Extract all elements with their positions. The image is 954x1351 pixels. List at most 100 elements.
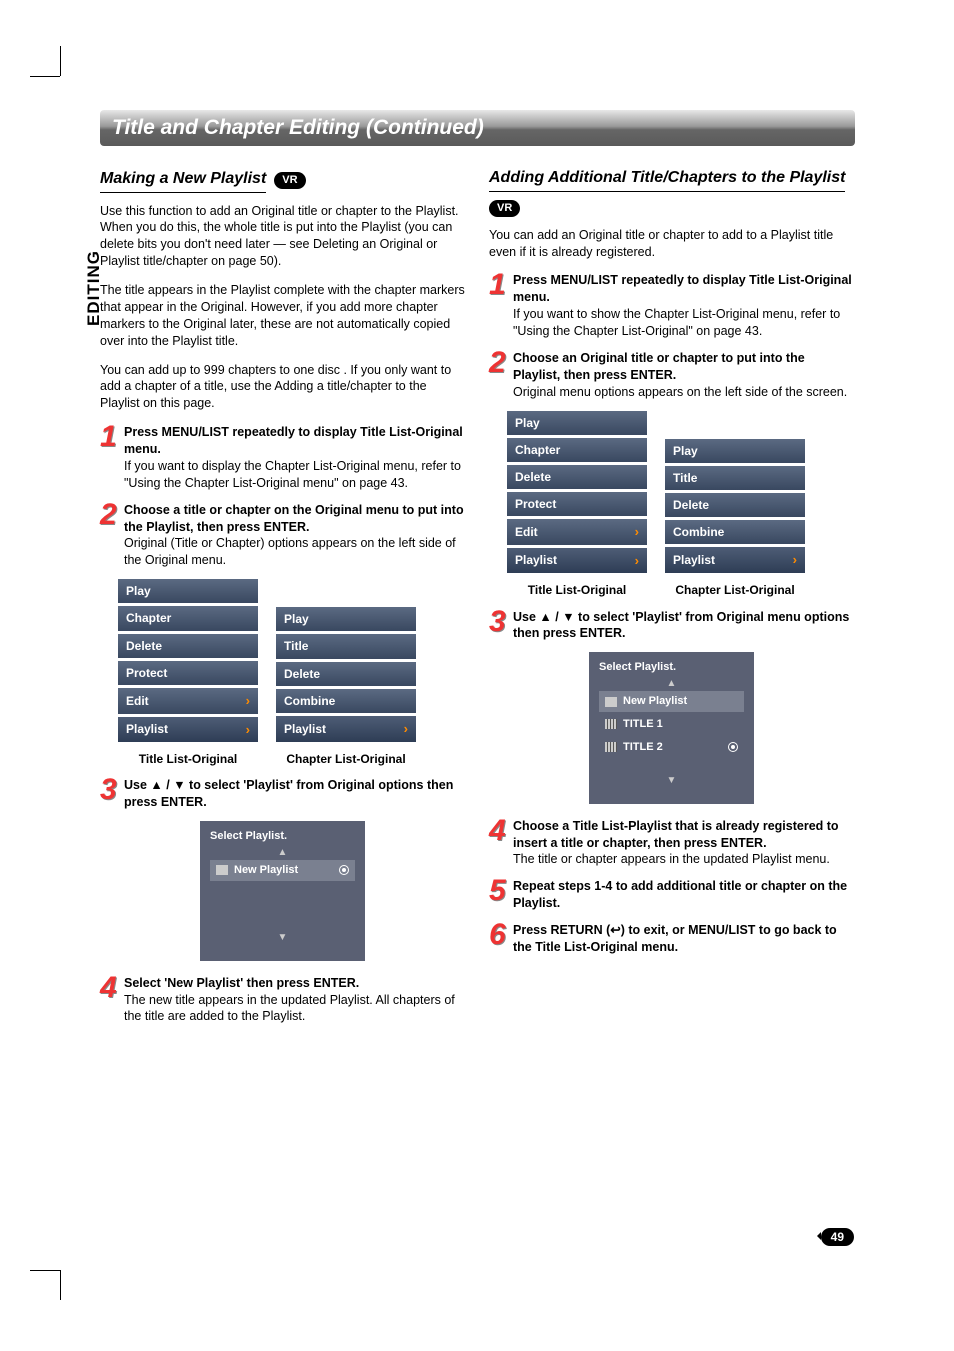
arrow-up-icon: ▲	[206, 848, 359, 858]
step-number-icon: 1	[100, 424, 118, 492]
page-number: 49	[821, 1228, 854, 1246]
menu-item: Protect	[507, 492, 647, 516]
right-step-6-bold: Press RETURN (↩) to exit, or MENU/LIST t…	[513, 923, 837, 954]
menu-item: Chapter	[507, 438, 647, 462]
vr-badge: VR	[274, 172, 305, 189]
right-step-5-bold: Repeat steps 1-4 to add additional title…	[513, 879, 847, 910]
left-step-2-bold: Choose a title or chapter on the Origina…	[124, 503, 464, 534]
menu-item: Playlist›	[507, 548, 647, 574]
left-step-4-bold: Select 'New Playlist' then press ENTER.	[124, 976, 359, 990]
arrow-up-icon: ▲	[595, 679, 748, 689]
step-number-icon: 1	[489, 272, 507, 340]
menu-item: Playlist›	[665, 547, 805, 573]
chevron-right-icon: ›	[246, 692, 250, 710]
chapter-list-original-menu: Play Title Delete Combine Playlist›	[276, 607, 416, 745]
step-number-icon: 6	[489, 922, 507, 956]
menu-item: Combine	[276, 689, 416, 713]
section-title-bar: Title and Chapter Editing (Continued)	[100, 110, 855, 146]
step-number-icon: 4	[100, 975, 118, 1026]
left-para-2: The title appears in the Playlist comple…	[100, 282, 465, 350]
right-step-1-bold: Press MENU/LIST repeatedly to display Ti…	[513, 273, 852, 304]
step-number-icon: 3	[489, 609, 507, 643]
arrow-down-icon: ▼	[595, 776, 748, 786]
menu-item: Title	[276, 634, 416, 658]
right-step-6: 6 Press RETURN (↩) to exit, or MENU/LIST…	[489, 922, 854, 956]
left-column: Making a New Playlist VR Use this functi…	[100, 168, 465, 1035]
left-step-2-text: Original (Title or Chapter) options appe…	[124, 536, 456, 567]
step-number-icon: 2	[100, 502, 118, 570]
select-playlist-title: Select Playlist.	[206, 829, 359, 844]
step-number-icon: 2	[489, 350, 507, 401]
radio-selected-icon	[339, 865, 349, 875]
select-playlist-panel: Select Playlist. ▲ New Playlist ▼	[200, 821, 365, 961]
select-row: New Playlist	[210, 860, 355, 881]
menu-item: Delete	[118, 634, 258, 658]
right-step-3: 3 Use ▲ / ▼ to select 'Playlist' from Or…	[489, 609, 854, 643]
menu-item: Play	[118, 579, 258, 603]
menu-item: Play	[665, 439, 805, 463]
menu-item: Delete	[276, 662, 416, 686]
left-step-4: 4 Select 'New Playlist' then press ENTER…	[100, 975, 465, 1026]
right-step-2-text: Original menu options appears on the lef…	[513, 385, 847, 399]
menu-item: Delete	[665, 493, 805, 517]
menu-item: Delete	[507, 465, 647, 489]
right-step-4: 4 Choose a Title List-Playlist that is a…	[489, 818, 854, 869]
caption-chapter-list: Chapter List-Original	[276, 751, 416, 767]
caption-title-list: Title List-Original	[118, 751, 258, 767]
vr-badge: VR	[489, 200, 520, 217]
menu-item: Title	[665, 466, 805, 490]
right-menu-illustration: Play Chapter Delete Protect Edit› Playli…	[507, 411, 854, 577]
right-step-4-bold: Choose a Title List-Playlist that is alr…	[513, 819, 839, 850]
left-heading: Making a New Playlist	[100, 168, 266, 193]
crop-mark	[30, 1270, 60, 1271]
menu-item: Protect	[118, 661, 258, 685]
right-step-2: 2 Choose an Original title or chapter to…	[489, 350, 854, 401]
menu-item: Edit›	[118, 688, 258, 714]
left-step-1: 1 Press MENU/LIST repeatedly to display …	[100, 424, 465, 492]
select-row: New Playlist	[599, 691, 744, 712]
new-icon	[216, 865, 228, 875]
left-step-2: 2 Choose a title or chapter on the Origi…	[100, 502, 465, 570]
right-step-4-text: The title or chapter appears in the upda…	[513, 852, 830, 866]
left-para-1: Use this function to add an Original tit…	[100, 203, 465, 271]
select-playlist-title: Select Playlist.	[595, 660, 748, 675]
left-step-3: 3 Use ▲ / ▼ to select 'Playlist' from Or…	[100, 777, 465, 811]
chevron-right-icon: ›	[793, 551, 797, 569]
film-icon	[605, 742, 617, 752]
chevron-right-icon: ›	[635, 552, 639, 570]
arrow-down-icon: ▼	[206, 933, 359, 943]
new-icon	[605, 697, 617, 707]
menu-item: Play	[507, 411, 647, 435]
left-step-3-bold: Use ▲ / ▼ to select 'Playlist' from Orig…	[124, 778, 453, 809]
right-para-1: You can add an Original title or chapter…	[489, 227, 854, 261]
title-list-original-menu: Play Chapter Delete Protect Edit› Playli…	[507, 411, 647, 577]
right-step-2-bold: Choose an Original title or chapter to p…	[513, 351, 805, 382]
caption-chapter-list: Chapter List-Original	[665, 582, 805, 598]
select-row: TITLE 1	[599, 714, 744, 735]
section-title: Title and Chapter Editing (Continued)	[112, 116, 484, 139]
select-playlist-panel: Select Playlist. ▲ New Playlist TITLE 1 …	[589, 652, 754, 803]
chevron-right-icon: ›	[404, 720, 408, 738]
menu-item: Playlist›	[276, 716, 416, 742]
step-number-icon: 5	[489, 878, 507, 912]
right-step-3-bold: Use ▲ / ▼ to select 'Playlist' from Orig…	[513, 610, 849, 641]
menu-item: Combine	[665, 520, 805, 544]
right-step-5: 5 Repeat steps 1-4 to add additional tit…	[489, 878, 854, 912]
right-column: Adding Additional Title/Chapters to the …	[489, 168, 854, 1035]
menu-item: Playlist›	[118, 717, 258, 743]
menu-item: Chapter	[118, 606, 258, 630]
step-number-icon: 4	[489, 818, 507, 869]
right-menu-captions: Title List-Original Chapter List-Origina…	[507, 582, 854, 598]
menu-item: Edit›	[507, 519, 647, 545]
left-step-4-text: The new title appears in the updated Pla…	[124, 993, 455, 1024]
crop-mark	[60, 46, 61, 76]
radio-selected-icon	[728, 742, 738, 752]
left-step-1-bold: Press MENU/LIST repeatedly to display Ti…	[124, 425, 463, 456]
crop-mark	[60, 1270, 61, 1300]
caption-title-list: Title List-Original	[507, 582, 647, 598]
chevron-right-icon: ›	[635, 523, 639, 541]
menu-item: Play	[276, 607, 416, 631]
left-para-3: You can add up to 999 chapters to one di…	[100, 362, 465, 413]
title-list-original-menu: Play Chapter Delete Protect Edit› Playli…	[118, 579, 258, 745]
right-heading: Adding Additional Title/Chapters to the …	[489, 168, 845, 192]
